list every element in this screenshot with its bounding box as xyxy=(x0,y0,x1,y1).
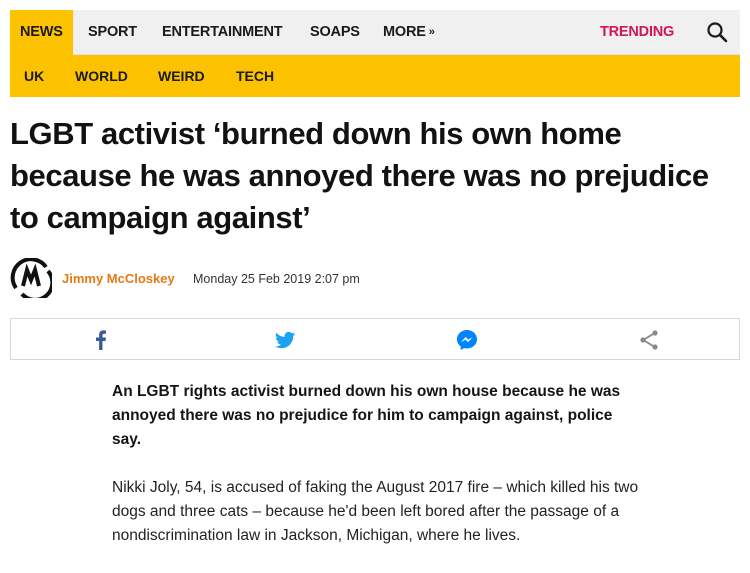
nav-sport[interactable]: SPORT xyxy=(78,10,147,55)
sub-nav: UK WORLD WEIRD TECH xyxy=(10,55,740,97)
article-headline: LGBT activist ‘burned down his own home … xyxy=(10,116,709,235)
author-link[interactable]: Jimmy McCloskey xyxy=(62,271,175,286)
nav-entertainment[interactable]: ENTERTAINMENT xyxy=(152,10,292,55)
top-nav: NEWS SPORT ENTERTAINMENT SOAPS MORE» TRE… xyxy=(10,10,740,55)
nav-more-label: MORE xyxy=(383,24,426,40)
subnav-world[interactable]: WORLD xyxy=(75,55,128,97)
nav-more[interactable]: MORE» xyxy=(373,10,445,55)
nav-news[interactable]: NEWS xyxy=(10,10,73,55)
share-icon[interactable] xyxy=(637,328,661,352)
facebook-icon[interactable] xyxy=(89,328,113,352)
byline: Jimmy McCloskey Monday 25 Feb 2019 2:07 … xyxy=(10,257,730,302)
subnav-tech[interactable]: TECH xyxy=(236,55,274,97)
chevron-down-icon: » xyxy=(428,26,435,38)
nav-trending[interactable]: TRENDING xyxy=(590,10,684,55)
messenger-icon[interactable] xyxy=(455,328,479,352)
twitter-icon[interactable] xyxy=(273,328,297,352)
author-avatar-icon xyxy=(10,257,55,302)
nav-soaps[interactable]: SOAPS xyxy=(300,10,370,55)
share-bar xyxy=(10,318,740,360)
article-lede: An LGBT rights activist burned down his … xyxy=(112,383,621,448)
publish-date: Monday 25 Feb 2019 2:07 pm xyxy=(193,272,360,286)
subnav-weird[interactable]: WEIRD xyxy=(158,55,205,97)
search-icon[interactable] xyxy=(706,21,728,43)
subnav-uk[interactable]: UK xyxy=(24,55,44,97)
article-paragraph: Nikki Joly, 54, is accused of faking the… xyxy=(112,479,639,544)
